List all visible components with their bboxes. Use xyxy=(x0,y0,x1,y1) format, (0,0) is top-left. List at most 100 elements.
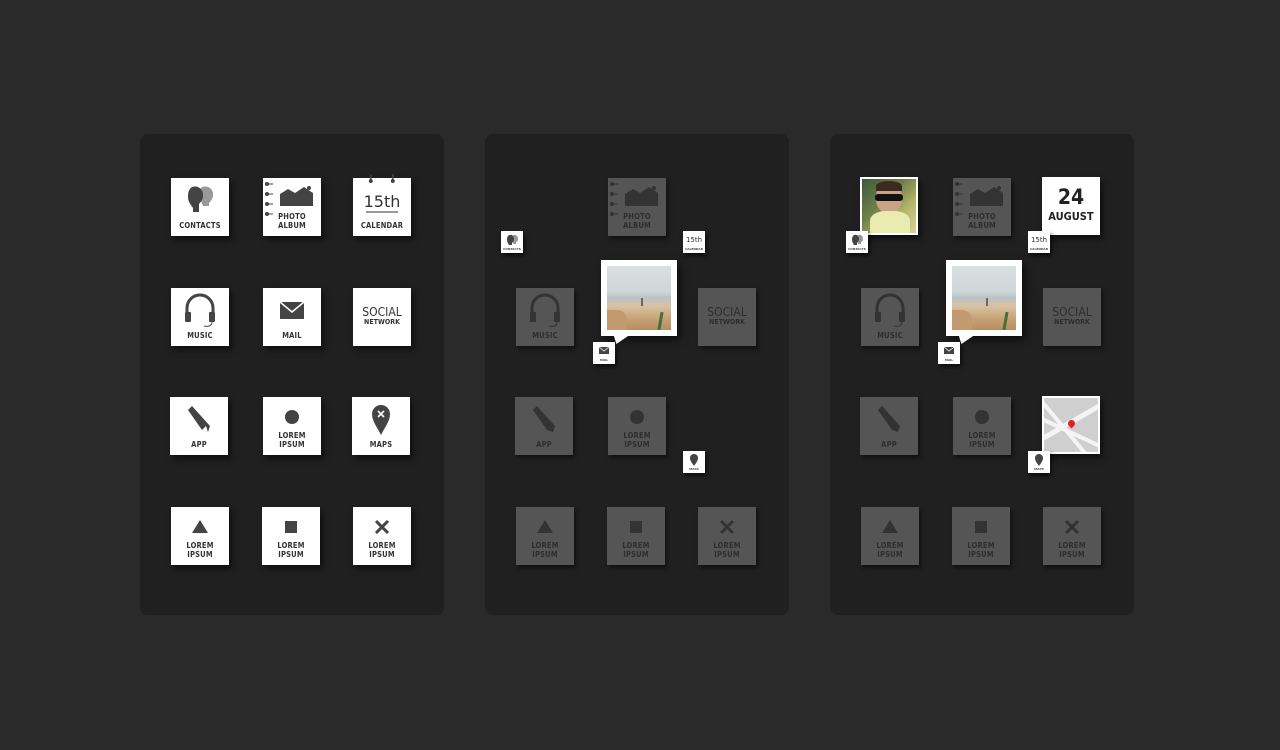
lorem-ipsum-x-tile[interactable]: LOREM IPSUM xyxy=(1043,507,1101,565)
circle-icon xyxy=(285,410,299,424)
lorem-ipsum-square-tile[interactable]: LOREM IPSUM xyxy=(607,507,665,565)
date-month: AUGUST xyxy=(1048,210,1094,223)
contact-photo-tile[interactable] xyxy=(860,177,918,235)
contacts-icon xyxy=(852,234,863,245)
photo-album-tile[interactable]: PHOTO ALBUM xyxy=(953,178,1011,236)
mail-mini-tile[interactable]: MAIL xyxy=(938,342,960,364)
close-icon xyxy=(374,519,390,535)
lorem-ipsum-label: LOREM IPSUM xyxy=(531,541,559,559)
lorem-ipsum-circle-tile[interactable]: LOREM IPSUM xyxy=(263,397,321,455)
maps-mini-tile[interactable]: MAPS xyxy=(1028,451,1050,473)
app-label: APP xyxy=(881,440,897,449)
pencil-icon xyxy=(878,406,900,432)
lorem-ipsum-triangle-tile[interactable]: LOREM IPSUM xyxy=(516,507,574,565)
lorem-ipsum-label: LOREM IPSUM xyxy=(277,541,305,559)
date-day: 24 xyxy=(1057,185,1085,209)
network-label: NETWORK xyxy=(364,318,400,326)
calendar-mini-tile[interactable]: 15th CALENDAR xyxy=(1028,231,1050,253)
photo-album-icon xyxy=(265,182,313,216)
mail-mini-tile[interactable]: MAIL xyxy=(593,342,615,364)
photo-album-icon xyxy=(955,182,1003,216)
photo-album-tile[interactable]: PHOTO ALBUM xyxy=(608,178,666,236)
mail-label: MAIL xyxy=(282,331,302,340)
music-label: MUSIC xyxy=(532,331,558,340)
social-network-tile[interactable]: SOCIAL NETWORK xyxy=(698,288,756,346)
calendar-mini-tile[interactable]: 15th CALENDAR xyxy=(683,231,705,253)
headphones-icon xyxy=(185,293,215,327)
app-tile[interactable]: APP xyxy=(170,397,228,455)
maps-tile[interactable]: MAPS xyxy=(352,397,410,455)
social-network-tile[interactable]: SOCIAL NETWORK xyxy=(1043,288,1101,346)
lorem-ipsum-x-tile[interactable]: LOREM IPSUM xyxy=(353,507,411,565)
headphones-icon xyxy=(875,293,905,327)
envelope-icon xyxy=(279,301,305,319)
calendar-mini-label: CALENDAR xyxy=(1029,247,1049,251)
contacts-mini-tile[interactable]: CONTACTS xyxy=(846,231,868,253)
envelope-icon xyxy=(598,346,610,354)
music-tile[interactable]: MUSIC xyxy=(171,288,229,346)
live-tiles-screen-panel: CONTACTS PHOTO ALBUM 24 AUGUST 15th CALEN… xyxy=(830,134,1134,615)
lorem-ipsum-triangle-tile[interactable]: LOREM IPSUM xyxy=(171,507,229,565)
calendar-underline-icon xyxy=(366,211,398,213)
beach-photo xyxy=(952,266,1016,330)
calendar-label: CALENDAR xyxy=(360,221,404,230)
lorem-ipsum-circle-tile[interactable]: LOREM IPSUM xyxy=(953,397,1011,455)
triangle-icon xyxy=(192,520,208,533)
close-icon xyxy=(719,519,735,535)
photo-album-label: PHOTO ALBUM xyxy=(278,212,306,230)
headphones-icon xyxy=(530,293,560,327)
app-tile[interactable]: APP xyxy=(860,397,918,455)
lorem-ipsum-square-tile[interactable]: LOREM IPSUM xyxy=(952,507,1010,565)
pencil-icon xyxy=(188,406,210,432)
lorem-ipsum-label: LOREM IPSUM xyxy=(186,541,214,559)
photo-album-tile[interactable]: PHOTO ALBUM xyxy=(263,178,321,236)
network-label: NETWORK xyxy=(1054,318,1090,326)
calendar-mini-day: 15th xyxy=(1030,236,1048,244)
pencil-icon xyxy=(533,406,555,432)
app-label: APP xyxy=(536,440,552,449)
photo-album-label: PHOTO ALBUM xyxy=(968,212,996,230)
calendar-day: 15th xyxy=(363,192,401,211)
date-tile[interactable]: 24 AUGUST xyxy=(1042,177,1100,235)
contacts-label: CONTACTS xyxy=(179,221,221,230)
lorem-ipsum-triangle-tile[interactable]: LOREM IPSUM xyxy=(861,507,919,565)
beach-photo xyxy=(607,266,671,330)
music-tile[interactable]: MUSIC xyxy=(861,288,919,346)
transition-screen-panel: PHOTO ALBUM CONTACTS 15th CALENDAR MUSIC … xyxy=(485,134,789,615)
contact-photo xyxy=(862,179,916,233)
square-icon xyxy=(975,521,987,533)
contacts-mini-tile[interactable]: CONTACTS xyxy=(501,231,523,253)
social-network-tile[interactable]: SOCIAL NETWORK xyxy=(353,288,411,346)
music-label: MUSIC xyxy=(187,331,213,340)
triangle-icon xyxy=(882,520,898,533)
envelope-icon xyxy=(943,346,955,354)
map-preview-tile[interactable] xyxy=(1042,396,1100,454)
social-label: SOCIAL xyxy=(707,305,747,319)
music-tile[interactable]: MUSIC xyxy=(516,288,574,346)
photo-album-icon xyxy=(610,182,658,216)
network-label: NETWORK xyxy=(709,318,745,326)
lorem-ipsum-x-tile[interactable]: LOREM IPSUM xyxy=(698,507,756,565)
circle-icon xyxy=(975,410,989,424)
lorem-ipsum-square-tile[interactable]: LOREM IPSUM xyxy=(262,507,320,565)
lorem-ipsum-label: LOREM IPSUM xyxy=(967,541,995,559)
mail-photo-preview[interactable] xyxy=(946,260,1022,344)
calendar-tile[interactable]: 15th CALENDAR xyxy=(353,174,411,236)
maps-mini-tile[interactable]: MAPS xyxy=(683,451,705,473)
lorem-ipsum-circle-tile[interactable]: LOREM IPSUM xyxy=(608,397,666,455)
lorem-ipsum-label: LOREM IPSUM xyxy=(1058,541,1086,559)
mail-photo-preview[interactable] xyxy=(601,260,677,344)
home-screen-panel: CONTACTS PHOTOALBUM 15th CALENDAR MUSIC xyxy=(140,134,444,615)
photo-album-label: PHOTO ALBUM xyxy=(623,212,651,230)
lorem-ipsum-label: LOREM IPSUM xyxy=(876,541,904,559)
lorem-ipsum-label: LOREM IPSUM xyxy=(623,431,651,449)
app-tile[interactable]: APP xyxy=(515,397,573,455)
maps-mini-label: MAPS xyxy=(689,467,699,471)
contacts-tile[interactable]: CONTACTS xyxy=(171,178,229,236)
contacts-icon xyxy=(507,234,518,245)
lorem-ipsum-label: LOREM IPSUM xyxy=(278,431,306,449)
lorem-ipsum-label: LOREM IPSUM xyxy=(713,541,741,559)
mail-tile[interactable]: MAIL xyxy=(263,288,321,346)
social-label: SOCIAL xyxy=(1052,305,1092,319)
map-pin-icon xyxy=(372,405,390,435)
